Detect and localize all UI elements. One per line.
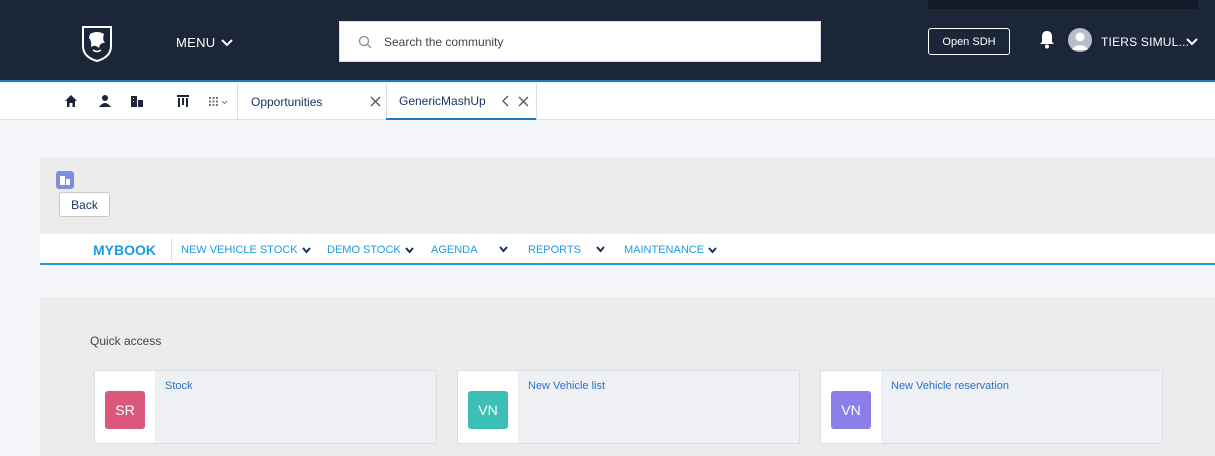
tab-opportunities[interactable]: Opportunities bbox=[251, 84, 322, 120]
home-icon[interactable] bbox=[64, 94, 78, 108]
top-strip bbox=[928, 0, 1198, 9]
record-header-panel bbox=[40, 157, 1215, 234]
search-input[interactable] bbox=[384, 34, 804, 49]
menu-button[interactable]: MENU bbox=[176, 35, 234, 50]
quick-access-card-new-vehicle-list[interactable]: VN New Vehicle list bbox=[457, 370, 800, 444]
brand-label[interactable]: MYBOOK bbox=[93, 242, 156, 258]
quick-access-card-stock[interactable]: SR Stock bbox=[94, 370, 437, 444]
nav-item-label: AGENDA bbox=[431, 244, 478, 256]
buildings-icon[interactable] bbox=[130, 94, 144, 108]
chevron-down-icon[interactable] bbox=[596, 246, 605, 253]
card-label[interactable]: New Vehicle list bbox=[528, 380, 605, 392]
search-bar bbox=[339, 21, 821, 62]
person-icon[interactable] bbox=[98, 94, 112, 108]
card-badge: VN bbox=[468, 391, 508, 429]
back-button[interactable]: Back bbox=[59, 192, 110, 217]
board-icon[interactable] bbox=[176, 94, 190, 108]
close-icon[interactable] bbox=[370, 96, 381, 107]
bell-icon[interactable] bbox=[1038, 29, 1056, 49]
card-badge: SR bbox=[105, 391, 145, 429]
user-avatar-icon[interactable] bbox=[1068, 28, 1092, 52]
tab-separator bbox=[237, 84, 238, 120]
chevron-down-icon bbox=[301, 246, 311, 254]
nav-item-new-vehicle-stock[interactable]: NEW VEHICLE STOCK bbox=[181, 244, 311, 256]
nav-separator bbox=[171, 238, 172, 260]
close-icon[interactable] bbox=[518, 96, 529, 107]
nav-item-label: DEMO STOCK bbox=[327, 244, 401, 256]
nav-item-label: NEW VEHICLE STOCK bbox=[181, 244, 298, 256]
chevron-down-icon bbox=[405, 246, 414, 254]
apps-grid-icon[interactable] bbox=[208, 94, 230, 108]
card-label[interactable]: Stock bbox=[165, 380, 193, 392]
chevron-down-icon[interactable] bbox=[499, 246, 508, 253]
nav-item-label: MAINTENANCE bbox=[624, 244, 705, 256]
nav-item-maintenance[interactable]: MAINTENANCE bbox=[624, 244, 717, 256]
chevron-left-icon[interactable] bbox=[500, 95, 511, 107]
nav-item-label: REPORTS bbox=[528, 244, 581, 256]
tab-genericmashup[interactable]: GenericMashUp bbox=[386, 84, 536, 120]
top-header: MENU Open SDH TIERS SIMUL... bbox=[0, 0, 1215, 82]
record-type-icon bbox=[56, 171, 74, 189]
user-menu-chevron-icon[interactable] bbox=[1186, 37, 1198, 47]
nav-item-reports[interactable]: REPORTS bbox=[528, 244, 581, 256]
user-name[interactable]: TIERS SIMUL... bbox=[1101, 35, 1189, 49]
card-label[interactable]: New Vehicle reservation bbox=[891, 380, 1009, 392]
quick-access-title: Quick access bbox=[90, 334, 162, 348]
nav-item-agenda[interactable]: AGENDA bbox=[431, 244, 477, 256]
tab-label: GenericMashUp bbox=[399, 94, 486, 108]
tab-label: Opportunities bbox=[251, 95, 323, 109]
chevron-down-icon bbox=[708, 246, 717, 254]
tab-bar: Opportunities GenericMashUp bbox=[0, 84, 1215, 120]
card-badge: VN bbox=[831, 391, 871, 429]
search-icon bbox=[358, 35, 372, 48]
tab-separator bbox=[536, 84, 537, 120]
menu-label: MENU bbox=[176, 35, 216, 50]
nav-item-demo-stock[interactable]: DEMO STOCK bbox=[327, 244, 414, 256]
chevron-down-icon bbox=[221, 39, 234, 47]
lion-logo[interactable] bbox=[80, 24, 114, 62]
card-body bbox=[155, 371, 436, 443]
open-sdh-button[interactable]: Open SDH bbox=[928, 28, 1010, 55]
quick-access-card-new-vehicle-reservation[interactable]: VN New Vehicle reservation bbox=[820, 370, 1163, 444]
